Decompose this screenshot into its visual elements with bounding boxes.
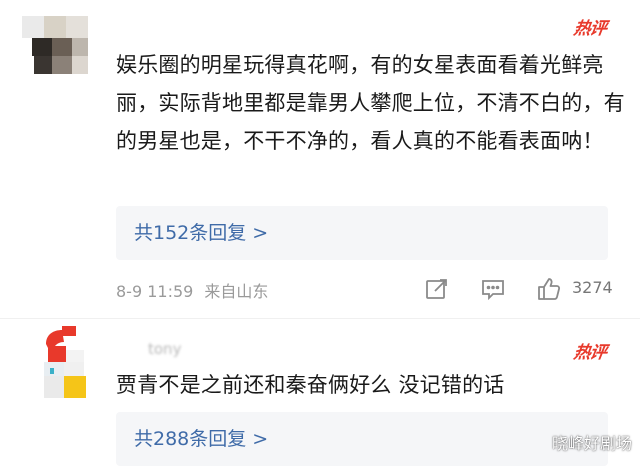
comment-meta: 8-9 11:59 来自山东 <box>116 278 268 302</box>
like-count: 3274 <box>572 278 613 297</box>
hot-comment-badge: 热评 <box>572 19 608 39</box>
view-replies-link[interactable]: 共288条回复 > <box>134 412 268 466</box>
comment-icon[interactable] <box>480 276 506 302</box>
comment-text: 贾青不是之前还和秦奋俩好么 没记错的话 <box>116 373 505 397</box>
divider <box>0 318 640 319</box>
watermark: 晓峰好剧场 <box>551 434 632 453</box>
view-replies-link[interactable]: 共152条回复 > <box>134 206 268 260</box>
reply-box[interactable]: 共152条回复 > <box>116 206 608 260</box>
avatar[interactable] <box>22 16 98 74</box>
reply-box[interactable]: 共288条回复 > <box>116 412 608 466</box>
hot-comment-badge: 热评 <box>572 343 608 363</box>
username[interactable]: tony <box>148 340 181 358</box>
avatar[interactable] <box>34 324 104 400</box>
share-icon[interactable] <box>424 276 450 302</box>
comment-text: 娱乐圈的明星玩得真花啊，有的女星表面看着光鲜亮丽，实际背地里都是靠男人攀爬上位，… <box>116 53 625 153</box>
location: 来自山东 <box>204 282 269 301</box>
timestamp: 8-9 11:59 <box>116 282 194 301</box>
like-icon[interactable] <box>536 276 562 302</box>
